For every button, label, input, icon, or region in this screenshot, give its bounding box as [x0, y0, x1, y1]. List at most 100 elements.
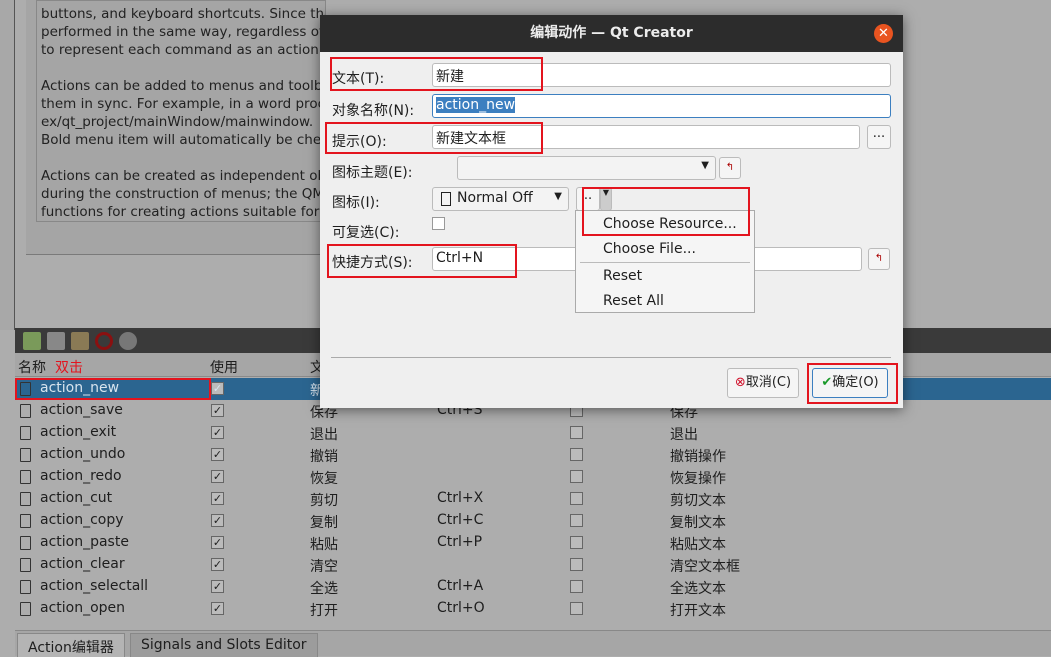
objname-value: action_new [436, 97, 516, 113]
settings-icon[interactable] [119, 331, 137, 350]
action-tooltip: 清空文本框 [670, 559, 740, 575]
objname-label: 对象名称(N): [332, 103, 415, 119]
checkable-checkbox[interactable] [570, 558, 583, 571]
highlight-box [582, 187, 750, 236]
used-checkbox[interactable]: ✓ [211, 382, 224, 395]
checkable-label: 可复选(C): [332, 225, 400, 241]
tooltip-more-button[interactable]: ... [867, 125, 891, 149]
paste-icon[interactable] [71, 331, 89, 350]
doc-line: performed in the same way, regardless of… [41, 24, 325, 40]
action-name: action_exit [40, 424, 117, 440]
action-shortcut: Ctrl+O [437, 600, 485, 616]
menu-item-choose-file[interactable]: Choose File... [603, 241, 696, 257]
tab-signals-slots[interactable]: Signals and Slots Editor [130, 633, 318, 657]
action-tooltip: 全选文本 [670, 581, 726, 597]
checkable-checkbox[interactable] [570, 580, 583, 593]
checkable-checkbox[interactable] [570, 536, 583, 549]
copy-icon [20, 514, 31, 528]
paste-icon [20, 536, 31, 550]
icon-mode-combo[interactable]: Normal Off ▼ [432, 187, 569, 211]
used-checkbox[interactable]: ✓ [211, 514, 224, 527]
undo-icon [20, 448, 31, 462]
reset-shortcut-icon[interactable]: ↰ [868, 248, 890, 270]
menu-separator [580, 262, 750, 263]
checkable-checkbox[interactable] [570, 426, 583, 439]
action-name: action_undo [40, 446, 126, 462]
doc-line: Actions can be created as independent ob [41, 168, 326, 184]
used-checkbox[interactable]: ✓ [211, 602, 224, 615]
action-tooltip: 撤销操作 [670, 449, 726, 465]
open-icon [20, 602, 31, 616]
action-tooltip: 退出 [670, 427, 698, 443]
edit-action-dialog: 编辑动作 — Qt Creator ✕ 文本(T): 新建 对象名称(N): a… [320, 15, 903, 408]
action-shortcut: Ctrl+P [437, 534, 483, 550]
checkable-checkbox[interactable] [432, 217, 445, 230]
table-row[interactable]: action_open ✓ 打开 Ctrl+O 打开文本 [15, 598, 1051, 620]
doc-line: to represent each command as an action. [41, 42, 324, 58]
highlight-box [15, 378, 211, 400]
action-text: 全选 [310, 581, 338, 597]
doc-line: ex/qt_project/mainWindow/mainwindow. [41, 114, 314, 130]
used-checkbox[interactable]: ✓ [211, 558, 224, 571]
action-tooltip: 剪切文本 [670, 493, 726, 509]
action-name: action_copy [40, 512, 124, 528]
action-name: action_redo [40, 468, 122, 484]
cancel-icon: ⊗ [734, 375, 746, 390]
action-name: action_cut [40, 490, 113, 506]
used-checkbox[interactable]: ✓ [211, 492, 224, 505]
cancel-button[interactable]: ⊗取消(C) [727, 368, 799, 398]
select-all-icon [20, 580, 31, 594]
exit-icon [20, 426, 31, 440]
doc-line: buttons, and keyboard shortcuts. Since t… [41, 6, 325, 22]
cut-icon [20, 492, 31, 506]
theme-label: 图标主题(E): [332, 165, 413, 181]
menu-item-reset-all[interactable]: Reset All [603, 293, 664, 309]
action-shortcut: Ctrl+C [437, 512, 484, 528]
menu-item-reset[interactable]: Reset [603, 268, 642, 284]
checkable-checkbox[interactable] [570, 448, 583, 461]
used-checkbox[interactable]: ✓ [211, 426, 224, 439]
form-text-browser: buttons, and keyboard shortcuts. Since t… [36, 0, 326, 222]
action-text: 恢复 [310, 471, 338, 487]
table-row[interactable]: action_clear ✓ 清空 清空文本框 [15, 554, 1051, 576]
table-row[interactable]: action_selectall ✓ 全选 Ctrl+A 全选文本 [15, 576, 1051, 598]
save-icon [20, 404, 31, 418]
new-action-icon[interactable] [23, 331, 41, 350]
used-checkbox[interactable]: ✓ [211, 580, 224, 593]
divider [331, 357, 891, 358]
editor-tabs: Action编辑器 Signals and Slots Editor [15, 630, 1051, 657]
tab-action-editor[interactable]: Action编辑器 [17, 633, 125, 657]
header-name[interactable]: 名称 [18, 357, 46, 377]
chevron-down-icon: ▼ [554, 191, 562, 202]
close-icon[interactable]: ✕ [874, 24, 893, 43]
action-text: 打开 [310, 603, 338, 619]
table-row[interactable]: action_cut ✓ 剪切 Ctrl+X 剪切文本 [15, 488, 1051, 510]
objname-input[interactable]: action_new [432, 94, 891, 118]
checkable-checkbox[interactable] [570, 470, 583, 483]
checkable-checkbox[interactable] [570, 514, 583, 527]
copy-icon[interactable] [47, 331, 65, 350]
reset-theme-icon[interactable]: ↰ [719, 157, 741, 179]
checkable-checkbox[interactable] [570, 492, 583, 505]
redo-icon [20, 470, 31, 484]
used-checkbox[interactable]: ✓ [211, 536, 224, 549]
used-checkbox[interactable]: ✓ [211, 470, 224, 483]
table-row[interactable]: action_exit ✓ 退出 退出 [15, 422, 1051, 444]
table-row[interactable]: action_copy ✓ 复制 Ctrl+C 复制文本 [15, 510, 1051, 532]
table-row[interactable]: action_undo ✓ 撤销 撤销操作 [15, 444, 1051, 466]
action-text: 粘贴 [310, 537, 338, 553]
theme-combo[interactable]: ▼ [457, 156, 716, 180]
header-used[interactable]: 使用 [210, 357, 238, 377]
file-icon [441, 192, 451, 206]
action-tooltip: 恢复操作 [670, 471, 726, 487]
checkable-checkbox[interactable] [570, 602, 583, 615]
action-tooltip: 粘贴文本 [670, 537, 726, 553]
delete-icon[interactable] [95, 331, 113, 350]
used-checkbox[interactable]: ✓ [211, 448, 224, 461]
action-name: action_open [40, 600, 126, 616]
action-text: 退出 [310, 427, 338, 443]
table-row[interactable]: action_paste ✓ 粘贴 Ctrl+P 粘贴文本 [15, 532, 1051, 554]
clear-icon [20, 558, 31, 572]
table-row[interactable]: action_redo ✓ 恢复 恢复操作 [15, 466, 1051, 488]
used-checkbox[interactable]: ✓ [211, 404, 224, 417]
